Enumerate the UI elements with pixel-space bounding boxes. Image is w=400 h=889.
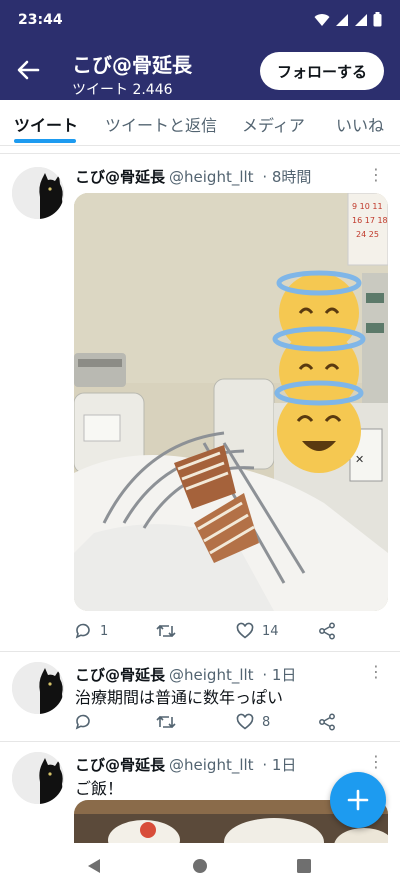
heart-icon — [236, 713, 254, 730]
retweet-button[interactable] — [156, 713, 176, 731]
more-options-icon[interactable]: ⋮ — [368, 662, 384, 681]
svg-text:✕: ✕ — [355, 453, 364, 466]
nav-home-icon[interactable] — [192, 858, 208, 874]
retweet-icon — [156, 715, 176, 729]
retweet-button[interactable] — [156, 622, 176, 640]
status-icons — [314, 12, 382, 27]
tweet-time: 8時間 — [271, 168, 312, 186]
tweet-author-name[interactable]: こび@骨延長 — [75, 168, 165, 186]
tab-tweets[interactable]: ツイート — [14, 112, 78, 136]
reply-count: 1 — [100, 623, 109, 639]
like-button[interactable]: 14 — [236, 622, 279, 640]
reply-icon — [75, 623, 90, 639]
tweet-author-handle: @height_llt — [169, 756, 254, 774]
share-button[interactable] — [318, 713, 336, 731]
nav-back-icon[interactable] — [86, 858, 102, 874]
tab-tweets-and-replies[interactable]: ツイートと返信 — [105, 112, 217, 136]
tab-likes[interactable]: いいね — [336, 112, 384, 136]
nav-recents-icon[interactable] — [296, 858, 312, 874]
battery-icon — [373, 12, 382, 27]
tweet-author-name[interactable]: こび@骨延長 — [75, 756, 165, 774]
tweet-author-handle: @height_llt — [169, 168, 254, 186]
share-button[interactable] — [318, 622, 336, 640]
reply-icon — [75, 714, 90, 730]
tweet-time: 1日 — [271, 756, 297, 774]
more-options-icon[interactable]: ⋮ — [368, 165, 384, 184]
tweet-header: こび@骨延長 @height_llt · 1日 — [75, 666, 297, 684]
tweet-text: ご飯！ — [75, 779, 124, 798]
reply-button[interactable]: 1 — [74, 622, 108, 640]
reply-button[interactable] — [74, 713, 92, 731]
tweet-actions: 1 14 — [74, 622, 374, 644]
divider — [0, 153, 400, 154]
share-icon — [319, 713, 335, 731]
tweet-author-name[interactable]: こび@骨延長 — [75, 666, 165, 684]
tweet-text: 治療期間は普通に数年っぽい — [75, 688, 284, 707]
follow-button[interactable]: フォローする — [260, 52, 384, 90]
like-count: 8 — [262, 714, 271, 730]
more-options-icon[interactable]: ⋮ — [368, 752, 384, 771]
tweet-item[interactable]: こび@骨延長 @height_llt · 8時間 ⋮ 9 10 11 16 17 … — [0, 155, 400, 651]
tweet-actions: 8 — [74, 713, 374, 735]
calendar-row-3: 24 25 — [356, 230, 379, 239]
tab-media[interactable]: メディア — [242, 112, 305, 136]
status-time: 23:44 — [18, 12, 63, 28]
back-arrow-icon[interactable] — [14, 56, 42, 84]
avatar[interactable] — [12, 167, 64, 219]
profile-header: こび@骨延長 ツイート 2.446 フォローする — [0, 40, 400, 100]
status-bar: 23:44 — [0, 0, 400, 40]
tweet-author-handle: @height_llt — [169, 666, 254, 684]
compose-tweet-button[interactable] — [330, 772, 386, 828]
wifi-icon — [314, 13, 330, 26]
hospital-photo: 9 10 11 16 17 18 24 25 ✕ — [74, 193, 388, 611]
tweet-media-image[interactable]: 9 10 11 16 17 18 24 25 ✕ — [74, 193, 388, 611]
share-icon — [319, 622, 335, 640]
tweet-header: こび@骨延長 @height_llt · 8時間 — [75, 168, 312, 186]
signal-icon — [336, 13, 348, 26]
signal-icon-2 — [355, 13, 367, 26]
like-count: 14 — [262, 623, 279, 639]
plus-icon — [347, 789, 369, 811]
avatar[interactable] — [12, 752, 64, 804]
retweet-icon — [156, 624, 176, 638]
smiling-angel-emoji — [272, 270, 366, 473]
like-button[interactable]: 8 — [236, 713, 270, 731]
tweet-header: こび@骨延長 @height_llt · 1日 — [75, 756, 297, 774]
avatar[interactable] — [12, 662, 64, 714]
profile-name: こび@骨延長 — [72, 53, 192, 77]
tweet-count: ツイート 2.446 — [72, 82, 173, 98]
calendar-row-1: 9 10 11 — [352, 202, 383, 211]
heart-icon — [236, 622, 254, 639]
tweet-time: 1日 — [271, 666, 297, 684]
system-nav-bar — [0, 843, 400, 889]
tweet-item[interactable]: こび@骨延長 @height_llt · 1日 ⋮ 治療期間は普通に数年っぽい 8 — [0, 652, 400, 740]
active-tab-indicator — [14, 139, 76, 143]
calendar-row-2: 16 17 18 — [352, 216, 388, 225]
